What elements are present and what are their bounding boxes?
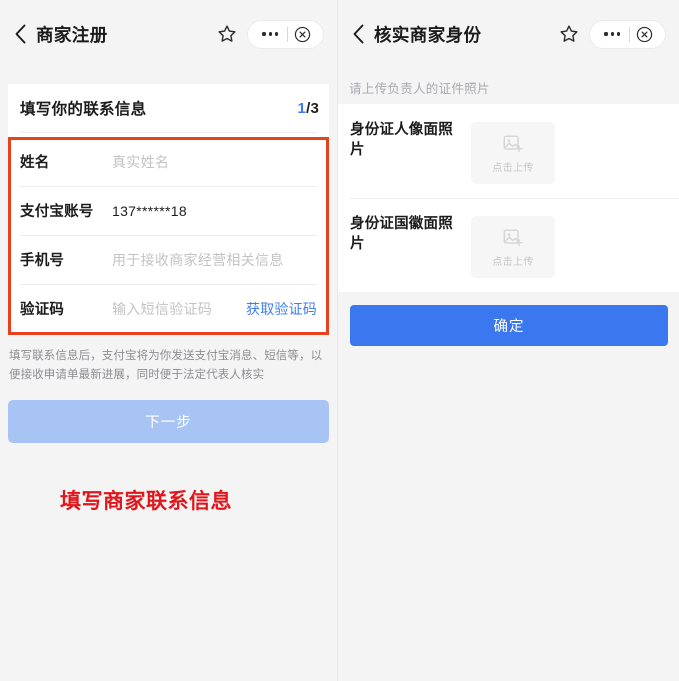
left-navbar-leading: 商家注册 [14, 22, 217, 47]
close-circle-icon[interactable] [634, 26, 656, 43]
upload-hint: 请上传负责人的证件照片 [349, 82, 490, 96]
upload-row-id-front: 身份证人像面照片 点击上传 [338, 104, 679, 198]
image-add-icon [502, 133, 524, 155]
right-navbar-pill [590, 20, 665, 48]
right-navbar-actions [559, 20, 665, 48]
alipay-account-value: 137******18 [112, 202, 187, 219]
field-label-alipay-account: 支付宝账号 [20, 204, 94, 220]
name-input-placeholder[interactable]: 真实姓名 [112, 152, 317, 172]
confirm-button[interactable]: 确定 [350, 305, 668, 346]
upload-row-id-back: 身份证国徽面照片 点击上传 [338, 198, 679, 292]
contact-form: 姓名 真实姓名 支付宝账号 137******18 手机号 用于接收商家经营相关… [8, 137, 329, 333]
phone-input-placeholder[interactable]: 用于接收商家经营相关信息 [112, 250, 317, 270]
card-header-divider [20, 132, 317, 133]
contact-disclaimer: 填写联系信息后，支付宝将为你发送支付宝消息、短信等，以便接收申请单最新进展，同时… [9, 350, 323, 381]
right-navbar: 核实商家身份 [338, 0, 679, 68]
upload-label-id-front: 身份证人像面照片 [350, 122, 453, 158]
more-dots-icon[interactable] [257, 32, 283, 36]
step-indicator: 1/3 [298, 100, 319, 117]
field-row-name[interactable]: 姓名 真实姓名 [8, 137, 329, 186]
back-chevron-icon[interactable] [14, 24, 27, 44]
right-navbar-leading: 核实商家身份 [352, 22, 559, 47]
close-circle-icon[interactable] [292, 26, 314, 43]
field-row-verification-code[interactable]: 验证码 输入短信验证码 获取验证码 [8, 284, 329, 333]
image-add-icon [502, 227, 524, 249]
next-step-button[interactable]: 下一步 [8, 400, 329, 443]
upload-button-id-front[interactable]: 点击上传 [471, 122, 555, 184]
annotation-fill-contact-info: 填写商家联系信息 [60, 490, 232, 513]
upload-button-text-id-front: 点击上传 [492, 162, 534, 174]
step-current: 1 [297, 99, 307, 117]
upload-button-id-back[interactable]: 点击上传 [471, 216, 555, 278]
right-page-title: 核实商家身份 [374, 24, 482, 45]
contact-info-card: 填写你的联系信息 1/3 姓名 真实姓名 支付宝账号 137******18 手… [8, 84, 329, 335]
more-dots-icon[interactable] [599, 32, 625, 36]
left-phone-screen: 商家注册 填写你的联系信息 1/3 姓名 真实姓名 支付宝账号 137*****… [0, 0, 337, 681]
left-page-title: 商家注册 [36, 24, 108, 45]
pill-divider [287, 26, 288, 42]
screenshot-stage: 商家注册 填写你的联系信息 1/3 姓名 真实姓名 支付宝账号 137*****… [0, 0, 679, 681]
upload-label-id-back: 身份证国徽面照片 [350, 216, 453, 252]
left-navbar: 商家注册 [0, 0, 337, 68]
field-label-phone: 手机号 [20, 253, 65, 269]
right-phone-screen: 核实商家身份 请上传负责人的证件照片 身份证人像面照片 点击上传 身份证国徽面照… [337, 0, 679, 681]
star-icon[interactable] [217, 24, 237, 44]
step-total: /3 [306, 99, 319, 117]
upload-button-text-id-back: 点击上传 [492, 256, 534, 268]
star-icon[interactable] [559, 24, 579, 44]
field-label-verification-code: 验证码 [20, 302, 65, 318]
identity-upload-card: 身份证人像面照片 点击上传 身份证国徽面照片 点击上传 [338, 104, 679, 292]
field-row-phone[interactable]: 手机号 用于接收商家经营相关信息 [8, 235, 329, 284]
back-chevron-icon[interactable] [352, 24, 365, 44]
pill-divider [629, 26, 630, 42]
verification-code-placeholder[interactable]: 输入短信验证码 [112, 299, 246, 319]
left-navbar-pill [248, 20, 323, 48]
get-verification-code-button[interactable]: 获取验证码 [246, 299, 317, 319]
left-navbar-actions [217, 20, 323, 48]
card-title: 填写你的联系信息 [20, 101, 147, 118]
field-row-alipay-account[interactable]: 支付宝账号 137******18 [8, 186, 329, 235]
field-label-name: 姓名 [20, 155, 50, 171]
card-header: 填写你的联系信息 1/3 [8, 84, 329, 132]
